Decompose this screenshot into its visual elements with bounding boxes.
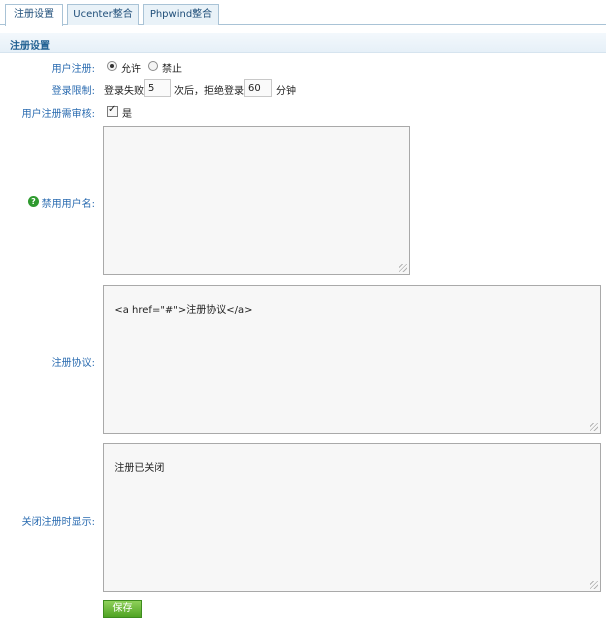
section-title: 注册设置 <box>10 41 50 52</box>
login-limit-middle: 次后，拒绝登录 <box>174 86 244 97</box>
radio-forbid-label: 禁止 <box>162 64 182 75</box>
lockout-minutes-input[interactable] <box>244 79 272 97</box>
tab-bar: 注册设置 Ucenter整合 Phpwind整合 <box>0 0 606 26</box>
tab-phpwind[interactable]: Phpwind整合 <box>143 4 219 25</box>
tab-ucenter[interactable]: Ucenter整合 <box>67 4 139 25</box>
save-button[interactable]: 保存 <box>103 600 142 618</box>
agreement-label: 注册协议: <box>51 358 95 369</box>
closed-message-label: 关闭注册时显示: <box>21 517 95 528</box>
user-register-label: 用户注册: <box>51 64 95 75</box>
resize-grip-icon[interactable] <box>590 423 598 431</box>
tab-register-settings[interactable]: 注册设置 <box>5 4 63 26</box>
radio-allow[interactable] <box>107 61 117 71</box>
resize-grip-icon[interactable] <box>590 581 598 589</box>
review-option-label: 是 <box>122 109 132 120</box>
radio-forbid[interactable] <box>148 61 158 71</box>
login-limit-label: 登录限制: <box>51 86 95 97</box>
review-label: 用户注册需审核: <box>21 109 95 120</box>
closed-message-value: 注册已关闭 <box>114 463 165 474</box>
login-limit-prefix: 登录失败 <box>104 86 144 97</box>
review-checkbox[interactable] <box>107 104 118 117</box>
agreement-value: <a href="#">注册协议</a> <box>114 305 253 316</box>
resize-grip-icon[interactable] <box>399 264 407 272</box>
question-circle-icon[interactable]: ? <box>28 196 39 207</box>
closed-message-textarea[interactable]: 注册已关闭 <box>103 443 601 592</box>
banned-usernames-label: 禁用用户名: <box>41 199 95 210</box>
failed-attempts-input[interactable] <box>144 79 171 97</box>
login-limit-suffix: 分钟 <box>276 86 296 97</box>
banned-usernames-textarea[interactable] <box>103 126 410 275</box>
radio-allow-label: 允许 <box>121 64 141 75</box>
agreement-textarea[interactable]: <a href="#">注册协议</a> <box>103 285 601 434</box>
section-header: 注册设置 <box>0 33 606 53</box>
